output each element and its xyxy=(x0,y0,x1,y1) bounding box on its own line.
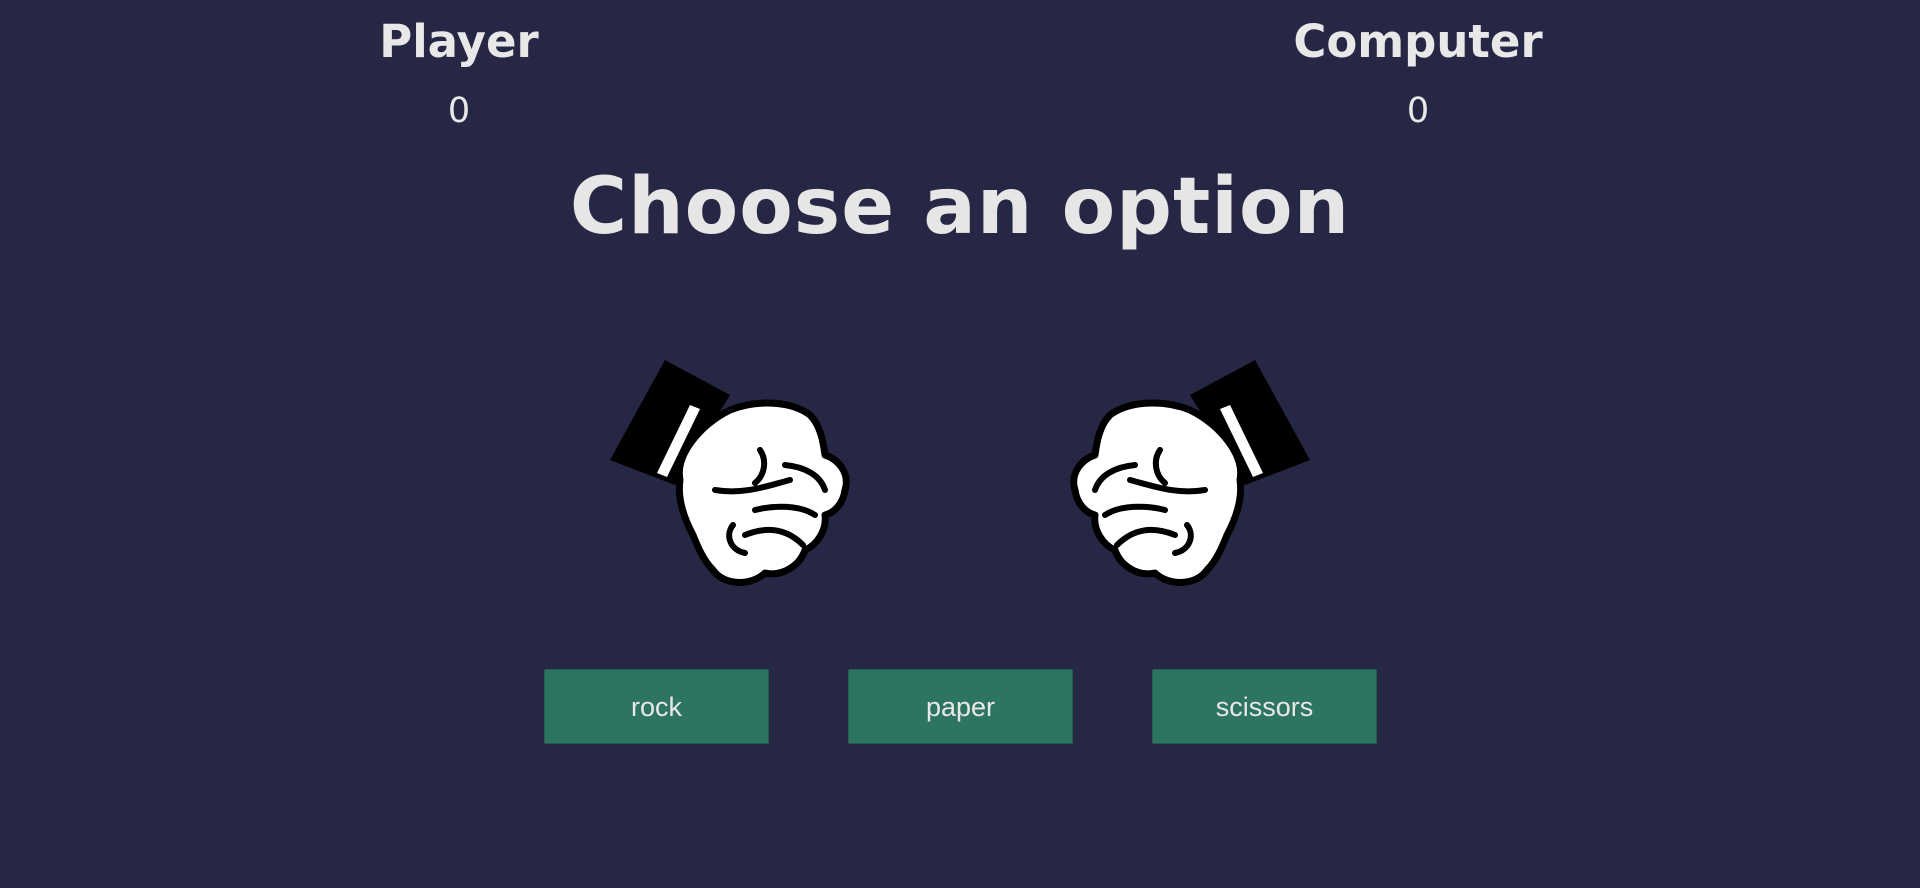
paper-button[interactable]: paper xyxy=(848,669,1073,744)
scissors-button[interactable]: scissors xyxy=(1152,669,1377,744)
computer-score-panel: Computer 0 xyxy=(1258,14,1578,132)
rock-button[interactable]: rock xyxy=(544,669,769,744)
choice-buttons: rock paper scissors xyxy=(544,669,1378,744)
player-label: Player xyxy=(379,15,539,68)
computer-hand-rock-icon xyxy=(1065,355,1315,590)
computer-score: 0 xyxy=(1406,91,1430,131)
game-screen: Player 0 Computer 0 Choose an option roc… xyxy=(0,0,1920,888)
computer-label: Computer xyxy=(1293,15,1543,68)
player-score-panel: Player 0 xyxy=(299,14,619,132)
player-score: 0 xyxy=(447,91,471,131)
prompt-heading: Choose an option xyxy=(569,162,1351,252)
player-hand-rock-icon xyxy=(605,355,855,590)
